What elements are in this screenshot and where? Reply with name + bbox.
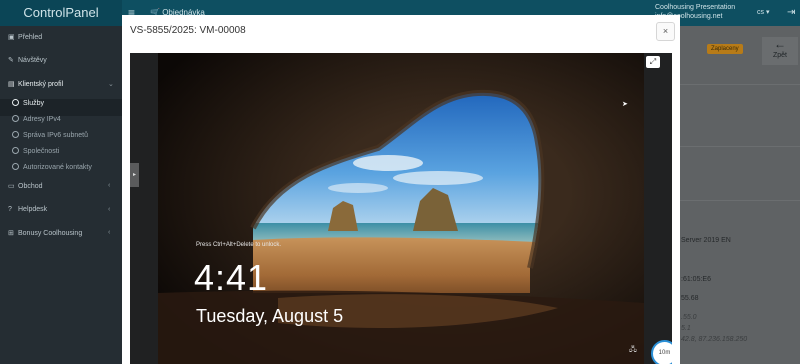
dashboard-icon: ▣ — [8, 34, 15, 41]
back-label: Zpět — [772, 52, 787, 59]
modal-title: VS-5855/2025: VM-00008 — [130, 25, 246, 36]
back-button[interactable]: ← Zpět — [762, 37, 798, 65]
vm-screen[interactable]: Press Ctrl+Alt+Delete to unlock. 4:41 Tu… — [158, 53, 644, 364]
user-name: Coolhousing Presentation — [655, 4, 736, 11]
sidebar-item-label: Klientský profil — [18, 81, 64, 88]
sidebar-subitem-adresy-ipv4[interactable]: Adresy IPv4 — [12, 115, 61, 123]
sidebar-item-label: Přehled — [18, 34, 43, 41]
circle-icon — [12, 147, 19, 154]
sidebar-subitem-ipv6[interactable]: Správa IPv6 subnetů — [12, 131, 88, 139]
lockscreen-date: Tuesday, August 5 — [196, 306, 344, 326]
language-label: cs — [757, 9, 764, 16]
circle-icon — [12, 115, 19, 122]
close-button[interactable]: × — [656, 22, 675, 41]
lockscreen-time: 4:41 — [194, 257, 269, 298]
sidebar-item-label: Obchod — [18, 183, 43, 190]
profile-icon: ▤ — [8, 81, 15, 88]
sidebar-item-klientsky-profil[interactable]: ▤ Klientský profil ⌄ — [8, 80, 114, 88]
unlock-hint: Press Ctrl+Alt+Delete to unlock. — [196, 242, 282, 248]
sidebar: ▣ Přehled ✎ Návštěvy ▤ Klientský profil ⌄ Sl… — [0, 26, 122, 364]
vm-console-viewer[interactable]: ▸ Press Ctrl+Alt+Delete to unlock. 4:41 … — [130, 53, 672, 364]
detail-ip: 55.68 — [681, 295, 699, 302]
brand-logo[interactable]: ControlPanel — [0, 0, 122, 26]
network-icon: 🖧 — [629, 346, 637, 353]
sidebar-subitem-sluzby[interactable]: Služby — [12, 99, 44, 107]
circle-icon — [12, 99, 19, 106]
session-timer[interactable]: 10m — [651, 340, 672, 364]
detail-ip: .55.0 — [681, 314, 697, 321]
sidebar-subitem-label: Společnosti — [23, 148, 60, 155]
detail-mac: :61:05:E6 — [681, 276, 711, 283]
wrench-icon: ✎ — [8, 57, 14, 64]
sidebar-item-label: Bonusy Coolhousing — [18, 230, 83, 237]
sidebar-item-label: Helpdesk — [18, 206, 48, 213]
mouse-cursor-icon: ➤ — [622, 101, 628, 108]
sidebar-item-label: Návštěvy — [18, 57, 47, 64]
circle-icon — [12, 163, 19, 170]
fullscreen-icon[interactable]: ⤢ — [646, 56, 660, 68]
chevron-left-icon: ‹ — [108, 182, 111, 189]
sidebar-subitem-label: Služby — [23, 100, 45, 107]
arrow-left-icon: ← — [774, 37, 786, 51]
sidebar-item-prehled[interactable]: ▣ Přehled — [8, 33, 42, 41]
chevron-left-icon: ‹ — [108, 229, 111, 236]
payment-status-badge: Zaplaceny — [707, 44, 743, 54]
detail-ip: 5.1 — [681, 325, 691, 332]
chevron-left-icon: ‹ — [108, 206, 111, 213]
sidebar-item-helpdesk[interactable]: ? Helpdesk ‹ — [8, 206, 110, 213]
sidebar-subitem-spolecnosti[interactable]: Společnosti — [12, 147, 59, 155]
chevron-down-icon: ⌄ — [108, 81, 114, 88]
language-selector[interactable]: cs ▾ — [757, 0, 769, 26]
gift-icon: ⊞ — [8, 230, 14, 237]
logout-icon[interactable]: ⇥ — [787, 0, 795, 26]
sidebar-subitem-label: Autorizované kontakty — [23, 164, 92, 171]
sidebar-item-bonusy[interactable]: ⊞ Bonusy Coolhousing ‹ — [8, 229, 110, 237]
sidebar-subitem-kontakty[interactable]: Autorizované kontakty — [12, 163, 92, 171]
cart-icon: ▭ — [8, 183, 15, 190]
console-modal: VS-5855/2025: VM-00008 × ▸ Press Ctrl+Al… — [122, 15, 680, 364]
sidebar-subitem-label: Správa IPv6 subnetů — [23, 132, 88, 139]
sidebar-item-obchod[interactable]: ▭ Obchod ‹ — [8, 182, 110, 190]
side-panel-toggle[interactable]: ▸ — [130, 163, 139, 187]
circle-icon — [12, 131, 19, 138]
detail-os: Server 2019 EN — [681, 237, 731, 244]
sidebar-item-navstevy[interactable]: ✎ Návštěvy — [8, 56, 47, 64]
detail-ip: 42.8, 87.236.158.250 — [681, 336, 748, 343]
sidebar-subitem-label: Adresy IPv4 — [23, 116, 61, 123]
help-icon: ? — [8, 206, 12, 213]
